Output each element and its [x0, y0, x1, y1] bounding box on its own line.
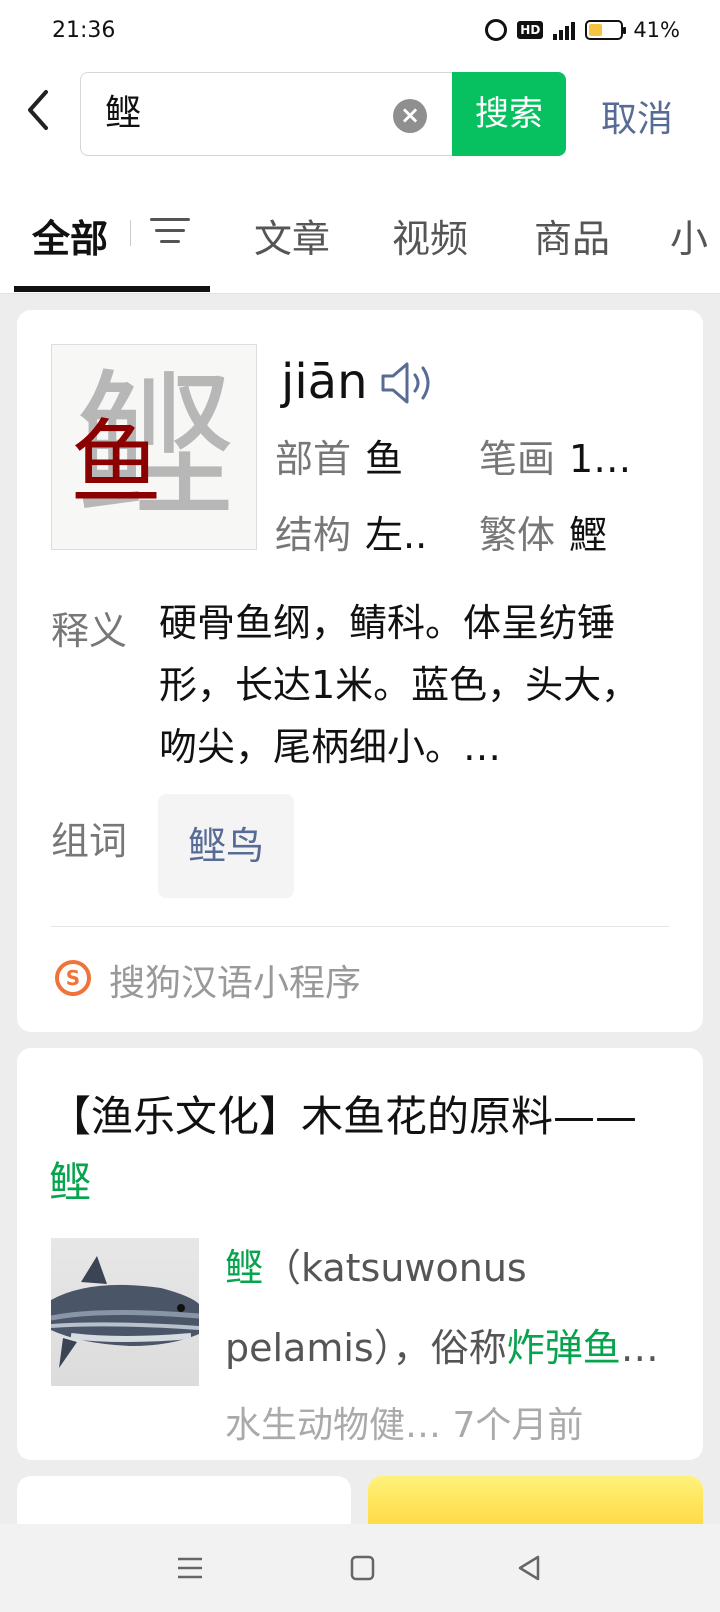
- chevron-left-icon: [28, 90, 48, 130]
- back-button[interactable]: [22, 88, 62, 138]
- back-triangle-icon[interactable]: [508, 1546, 552, 1590]
- battery-icon: [585, 20, 627, 40]
- character-stroke-box[interactable]: 鲣 鱼: [51, 344, 257, 550]
- alarm-icon: [485, 19, 508, 41]
- words-label: 组词: [51, 819, 128, 863]
- status-icons: HD 41%: [485, 18, 680, 42]
- article-title[interactable]: 【渔乐文化】木鱼花的原料——鲣: [49, 1084, 679, 1216]
- search-button[interactable]: 搜索: [452, 72, 566, 156]
- menu-icon[interactable]: [168, 1546, 212, 1590]
- pinyin: jiān: [281, 354, 368, 410]
- definition-label: 释义: [51, 609, 128, 653]
- system-nav-bar: [0, 1524, 720, 1612]
- divider: [51, 926, 669, 927]
- cancel-button[interactable]: 取消: [601, 90, 673, 142]
- search-input[interactable]: [105, 89, 375, 130]
- strokes-row: 笔画 1…: [479, 437, 632, 481]
- tab-articles[interactable]: 文章: [254, 208, 330, 263]
- filter-tabs: 全部 文章 视频 商品 小: [0, 176, 720, 294]
- clear-icon[interactable]: ×: [393, 99, 427, 133]
- article-meta: 水生动物健… 7个月前: [225, 1405, 584, 1446]
- word-chip[interactable]: 鲣鸟: [158, 794, 294, 898]
- tab-more[interactable]: 小: [670, 208, 708, 263]
- tab-divider: [130, 220, 131, 246]
- tab-products[interactable]: 商品: [534, 208, 610, 263]
- active-tab-indicator: [14, 286, 210, 292]
- article-snippet: 鲣（katsuwonus pelamis），俗称炸弹鱼…: [225, 1246, 659, 1370]
- definition-text: 硬骨鱼纲，鲭科。体呈纺锤形，长达1米。蓝色，头大，吻尖，尾柄细小。…: [159, 601, 640, 769]
- article-thumbnail[interactable]: [51, 1238, 199, 1386]
- fish-image: [51, 1256, 199, 1368]
- structure-row: 结构 左..: [275, 513, 428, 557]
- tab-all[interactable]: 全部: [32, 208, 108, 263]
- signal-icon: [553, 20, 576, 40]
- search-header: × 搜索 取消: [0, 64, 720, 176]
- speaker-icon[interactable]: [379, 358, 441, 408]
- traditional-row: 繁体鰹: [479, 513, 608, 557]
- tab-videos[interactable]: 视频: [392, 208, 468, 263]
- filter-icon[interactable]: [150, 218, 190, 248]
- status-bar: 21:36 HD 41%: [0, 0, 720, 64]
- source-name[interactable]: 搜狗汉语小程序: [109, 954, 361, 1006]
- radical-row: 部首鱼: [275, 437, 404, 481]
- hd-icon: HD: [517, 21, 544, 39]
- status-time: 21:36: [52, 18, 116, 43]
- home-icon[interactable]: [340, 1546, 384, 1590]
- radical-glyph: 鱼: [70, 410, 163, 517]
- dictionary-card[interactable]: 鲣 鱼 jiān 部首鱼 笔画 1… 结构 左.. 繁体鰹 释义 硬骨鱼纲，鲭科。体…: [17, 310, 703, 1032]
- battery-percent: 41%: [633, 18, 680, 42]
- article-card[interactable]: 【渔乐文化】木鱼花的原料——鲣 鲣（katsuwonus pelamis），俗称…: [17, 1048, 703, 1460]
- sogou-icon: S: [55, 960, 91, 996]
